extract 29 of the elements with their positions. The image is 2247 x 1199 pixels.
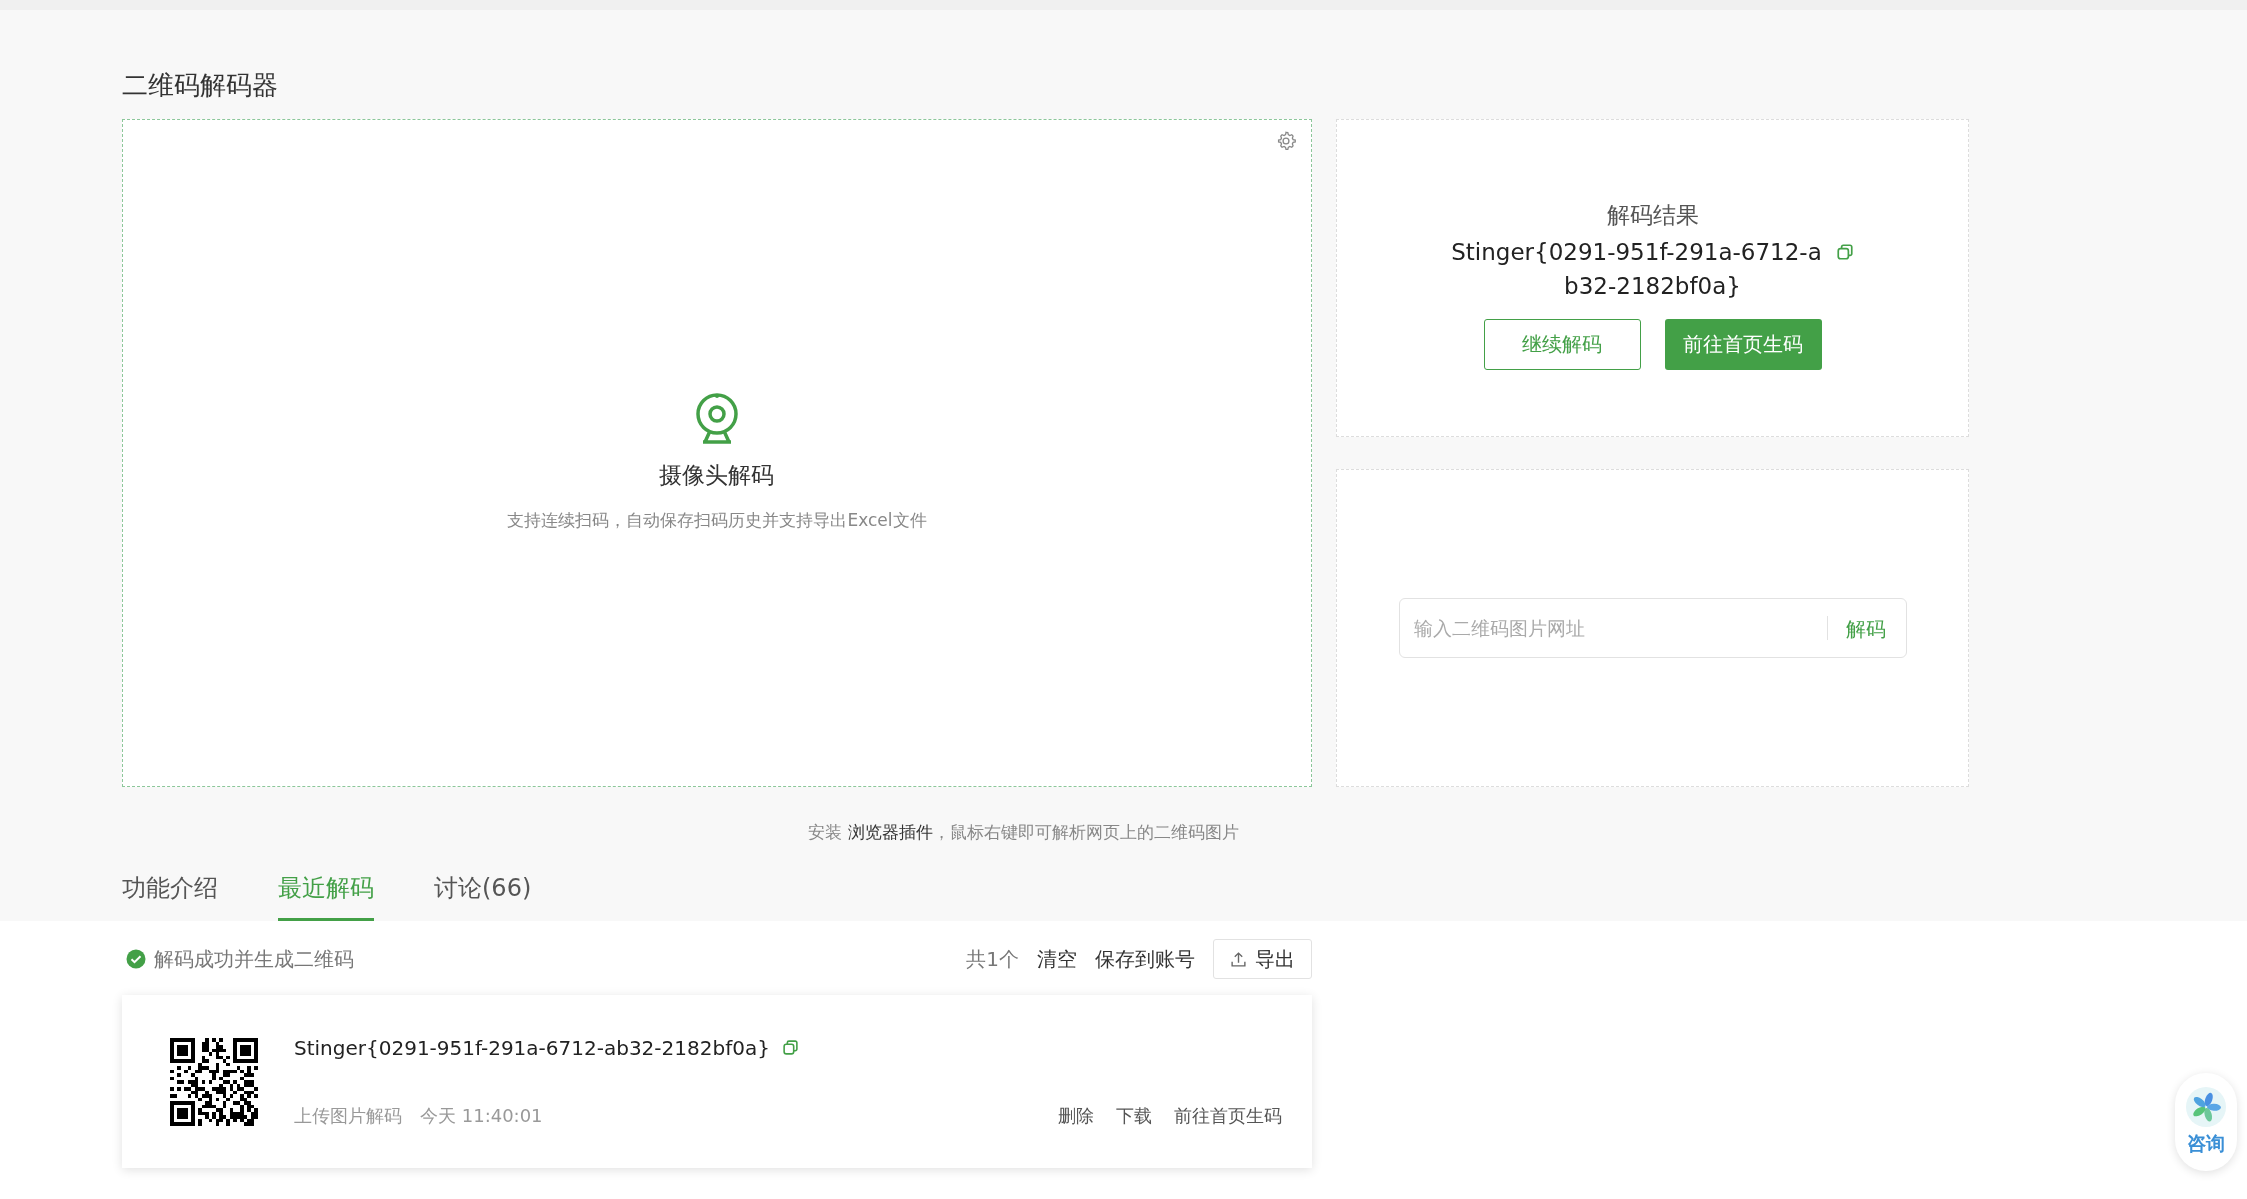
item-action-link[interactable]: 删除	[1058, 1103, 1094, 1128]
tab[interactable]: 讨论(66)	[434, 872, 532, 921]
upload-icon	[1230, 950, 1247, 968]
decoded-text: Stinger{0291-951f-291a-6712-ab32-2182bf0a}	[294, 1035, 770, 1060]
status-text: 解码成功并生成二维码	[154, 945, 354, 973]
history-action-link[interactable]: 保存到账号	[1095, 945, 1195, 973]
copy-icon[interactable]	[781, 1039, 799, 1056]
result-text: b32-2182bf0a}	[1564, 273, 1741, 299]
page-title: 二维码解码器	[122, 69, 279, 102]
result-label: 解码结果	[1606, 201, 1699, 230]
item-count: 共1个	[966, 945, 1019, 973]
result-text: Stinger{0291-951f-291a-6712-a	[1451, 239, 1822, 265]
pinwheel-icon	[2186, 1087, 2226, 1127]
camera-panel[interactable]: 摄像头解码 支持连续扫码，自动保存扫码历史并支持导出Excel文件	[122, 119, 1312, 787]
plugin-link[interactable]: 浏览器插件	[847, 822, 933, 842]
tab[interactable]: 功能介绍	[122, 872, 218, 921]
webcam-icon	[693, 392, 741, 444]
camera-title: 摄像头解码	[659, 461, 775, 490]
item-action-link[interactable]: 下载	[1116, 1103, 1152, 1128]
timestamp: 今天 11:40:01	[420, 1103, 543, 1128]
success-icon	[126, 949, 146, 969]
export-button[interactable]: 导出	[1213, 939, 1312, 979]
copy-icon[interactable]	[1835, 243, 1854, 261]
item-action-link[interactable]: 前往首页生码	[1174, 1103, 1282, 1128]
camera-description: 支持连续扫码，自动保存扫码历史并支持导出Excel文件	[507, 509, 927, 532]
settings-icon[interactable]	[1275, 130, 1297, 152]
source-label: 上传图片解码	[294, 1103, 402, 1128]
plugin-hint: 安装 浏览器插件，鼠标右键即可解析网页上的二维码图片	[807, 821, 1240, 844]
history-action-link[interactable]: 清空	[1037, 945, 1077, 973]
